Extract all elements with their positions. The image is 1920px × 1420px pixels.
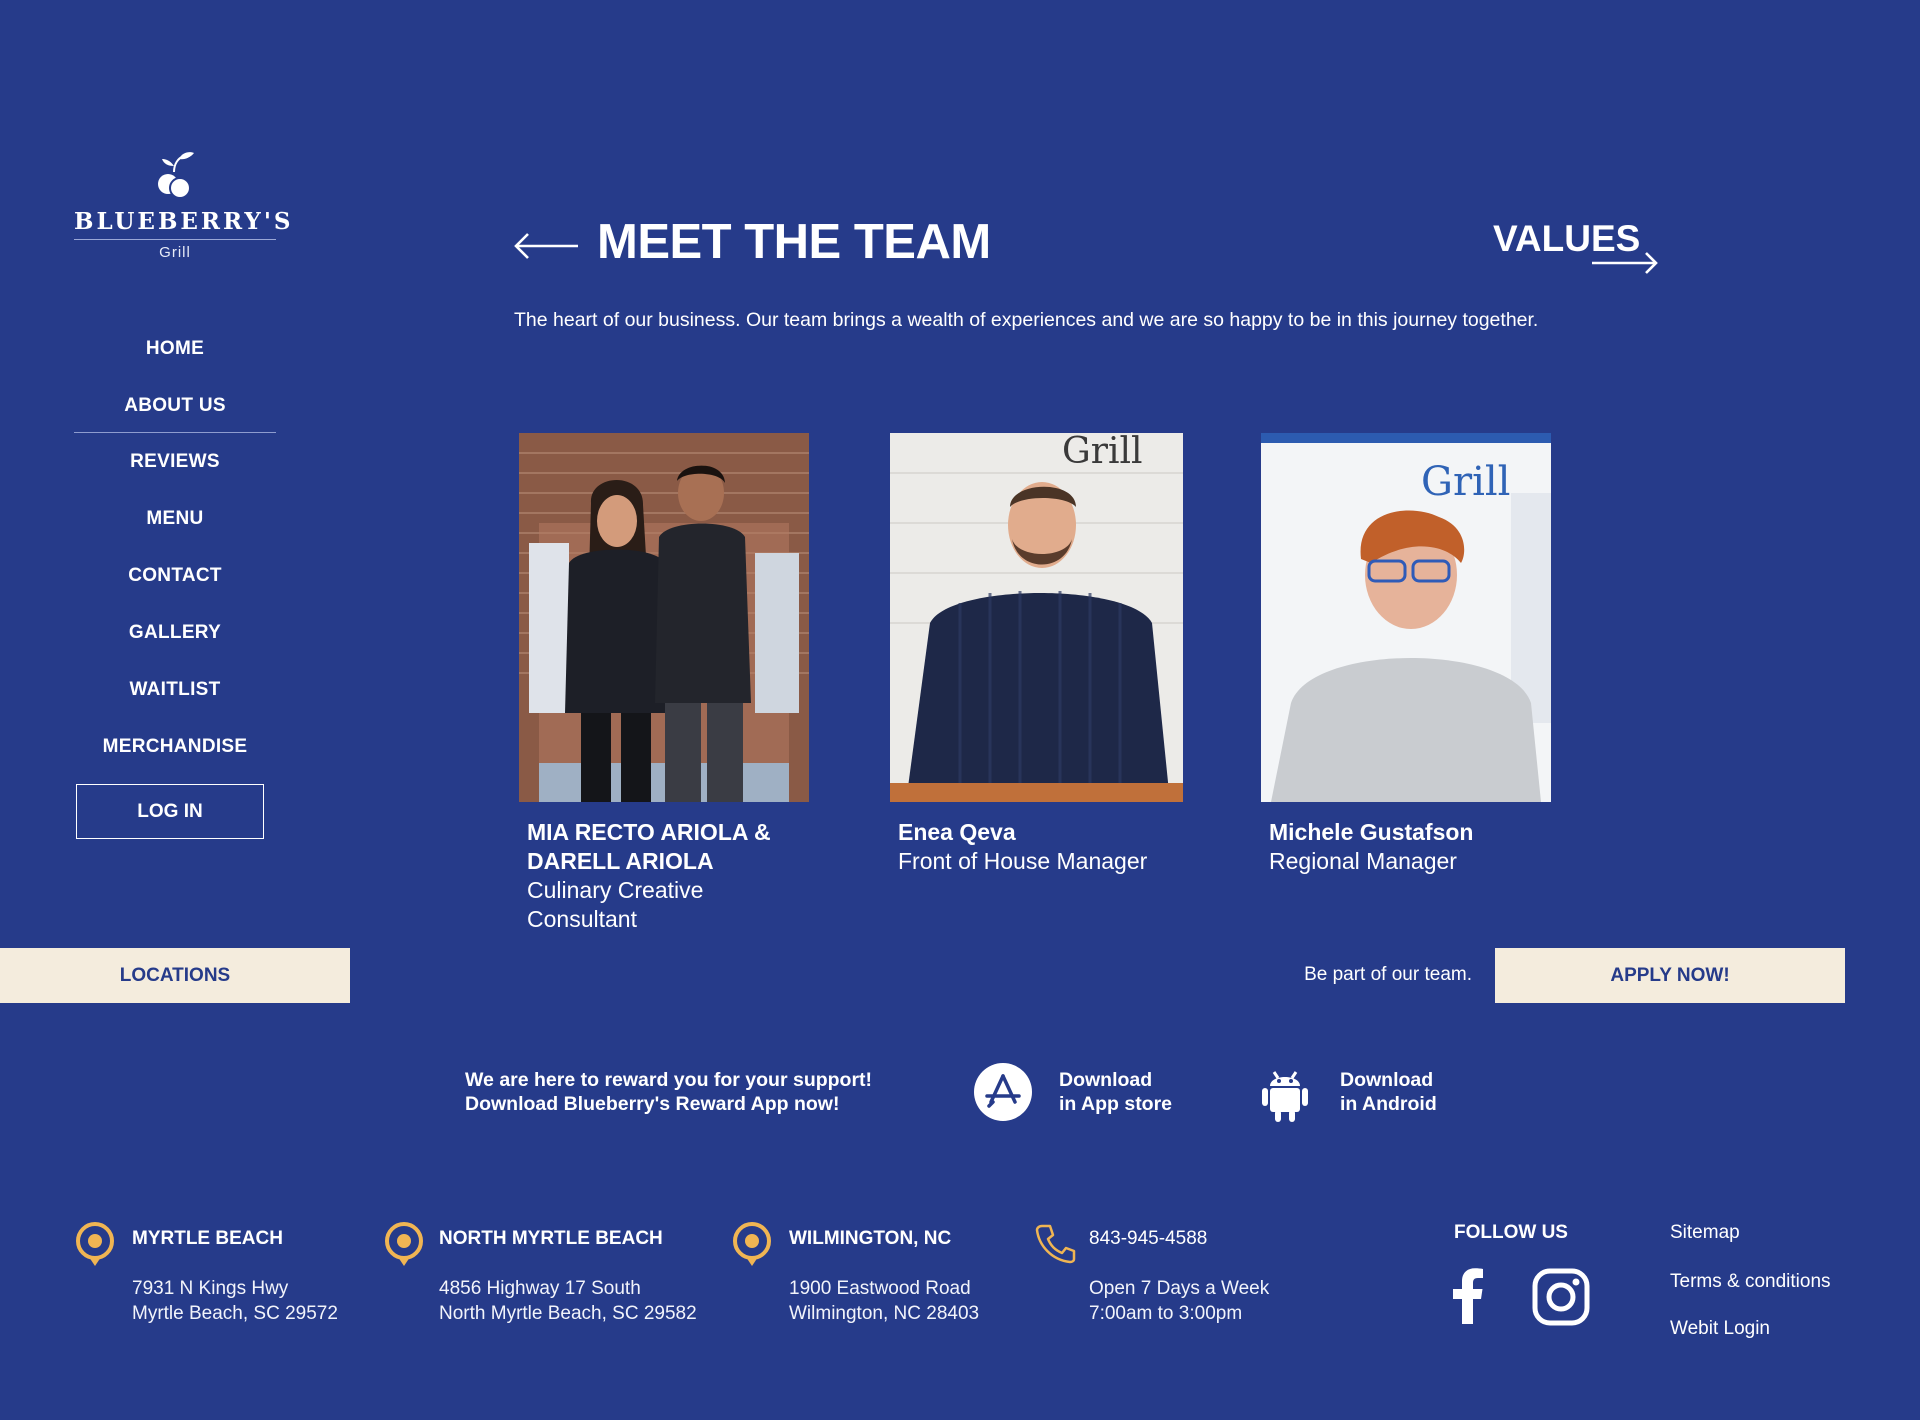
address-line: 7931 N Kings Hwy <box>132 1278 289 1299</box>
app-store-line: in App store <box>1059 1093 1173 1115</box>
app-store-icon[interactable] <box>973 1062 1033 1122</box>
team-photo <box>519 433 809 802</box>
photo-sign-text: Grill <box>1062 433 1143 472</box>
team-photo: Grill <box>890 433 1183 802</box>
nav-menu[interactable]: MENU <box>74 490 276 547</box>
address-line: Myrtle Beach, SC 29572 <box>132 1303 338 1324</box>
address-line: North Myrtle Beach, SC 29582 <box>439 1303 697 1324</box>
location-pin-icon <box>733 1222 771 1266</box>
team-photo: Grill <box>1261 433 1551 802</box>
photo-sign-text: Grill <box>1421 459 1510 505</box>
reward-line: We are here to reward you for your suppo… <box>465 1069 873 1091</box>
nav-home[interactable]: HOME <box>74 320 276 377</box>
instagram-icon[interactable] <box>1532 1268 1590 1326</box>
nav-waitlist[interactable]: WAITLIST <box>74 661 276 718</box>
hours-line: 7:00am to 3:00pm <box>1089 1303 1243 1324</box>
member-name: Enea Qeva <box>898 819 1016 845</box>
reward-text: We are here to reward you for your suppo… <box>465 1068 925 1116</box>
android-icon[interactable] <box>1254 1062 1316 1124</box>
android-line: in Android <box>1340 1093 1437 1115</box>
location-address: 1900 Eastwood Road Wilmington, NC 28403 <box>789 1276 1029 1326</box>
brand-name: BLUEBERRY'S <box>74 208 294 235</box>
opening-hours: Open 7 Days a Week 7:00am to 3:00pm <box>1089 1276 1309 1326</box>
sitemap-link[interactable]: Sitemap <box>1670 1222 1831 1244</box>
main-nav: HOME ABOUT US REVIEWS MENU CONTACT GALLE… <box>74 320 276 775</box>
location-block: WILMINGTON, NC 1900 Eastwood Road Wilmin… <box>731 1220 1029 1326</box>
follow-us-label: FOLLOW US <box>1454 1222 1568 1243</box>
location-pin-icon <box>385 1222 423 1266</box>
member-role: Front of House Manager <box>898 848 1148 874</box>
nav-gallery[interactable]: GALLERY <box>74 604 276 661</box>
contact-block: 843-945-4588 Open 7 Days a Week 7:00am t… <box>1034 1220 1309 1326</box>
blueberry-logo-icon <box>158 152 194 199</box>
intro-text: The heart of our business. Our team brin… <box>514 309 1539 331</box>
webit-login-link[interactable]: Webit Login <box>1670 1318 1831 1340</box>
location-block: MYRTLE BEACH 7931 N Kings Hwy Myrtle Bea… <box>74 1220 372 1326</box>
member-role: Regional Manager <box>1269 848 1457 874</box>
brand-divider <box>74 239 276 240</box>
nav-merchandise[interactable]: MERCHANDISE <box>74 718 276 775</box>
nav-reviews[interactable]: REVIEWS <box>74 433 276 490</box>
location-name: NORTH MYRTLE BEACH <box>439 1228 663 1249</box>
brand-sub: Grill <box>159 244 191 261</box>
brand-logo[interactable]: BLUEBERRY'S Grill <box>74 150 294 261</box>
hours-line: Open 7 Days a Week <box>1089 1278 1270 1299</box>
footer-links: Sitemap Terms & conditions Webit Login <box>1670 1222 1831 1340</box>
nav-about-us[interactable]: ABOUT US <box>74 377 276 433</box>
team-card: Grill Enea Qeva Front of House Manager <box>890 433 1190 876</box>
terms-link[interactable]: Terms & conditions <box>1670 1271 1831 1293</box>
facebook-icon[interactable] <box>1453 1268 1483 1324</box>
location-block: NORTH MYRTLE BEACH 4856 Highway 17 South… <box>383 1220 739 1326</box>
address-line: 4856 Highway 17 South <box>439 1278 641 1299</box>
location-name: WILMINGTON, NC <box>789 1228 952 1249</box>
address-line: Wilmington, NC 28403 <box>789 1303 980 1324</box>
team-cta-text: Be part of our team. <box>1304 964 1472 985</box>
app-store-link[interactable]: Download in App store <box>1059 1068 1172 1116</box>
phone-icon <box>1035 1224 1076 1264</box>
nav-contact[interactable]: CONTACT <box>74 547 276 604</box>
android-link[interactable]: Download in Android <box>1340 1068 1437 1116</box>
location-address: 4856 Highway 17 South North Myrtle Beach… <box>439 1276 739 1326</box>
address-line: 1900 Eastwood Road <box>789 1278 971 1299</box>
member-name: Michele Gustafson <box>1269 819 1474 845</box>
reward-line: Download Blueberry's Reward App now! <box>465 1093 840 1115</box>
login-button[interactable]: LOG IN <box>76 784 264 839</box>
arrow-right-icon[interactable] <box>1590 250 1660 276</box>
location-name: MYRTLE BEACH <box>132 1228 283 1249</box>
team-card: Grill Michele Gustafson Regional Manager <box>1261 433 1561 876</box>
member-name: MIA RECTO ARIOLA & DARELL ARIOLA <box>527 819 771 874</box>
app-store-line: Download <box>1059 1069 1153 1091</box>
apply-now-button[interactable]: APPLY NOW! <box>1495 948 1845 1003</box>
member-role: Culinary Creative Consultant <box>527 877 704 932</box>
arrow-left-icon[interactable] <box>512 228 580 264</box>
location-address: 7931 N Kings Hwy Myrtle Beach, SC 29572 <box>132 1276 372 1326</box>
locations-button[interactable]: LOCATIONS <box>0 948 350 1003</box>
page-title: MEET THE TEAM <box>597 215 991 269</box>
phone-number[interactable]: 843-945-4588 <box>1089 1228 1309 1250</box>
location-pin-icon <box>76 1222 114 1266</box>
team-card: MIA RECTO ARIOLA & DARELL ARIOLA Culinar… <box>519 433 819 934</box>
android-line: Download <box>1340 1069 1434 1091</box>
